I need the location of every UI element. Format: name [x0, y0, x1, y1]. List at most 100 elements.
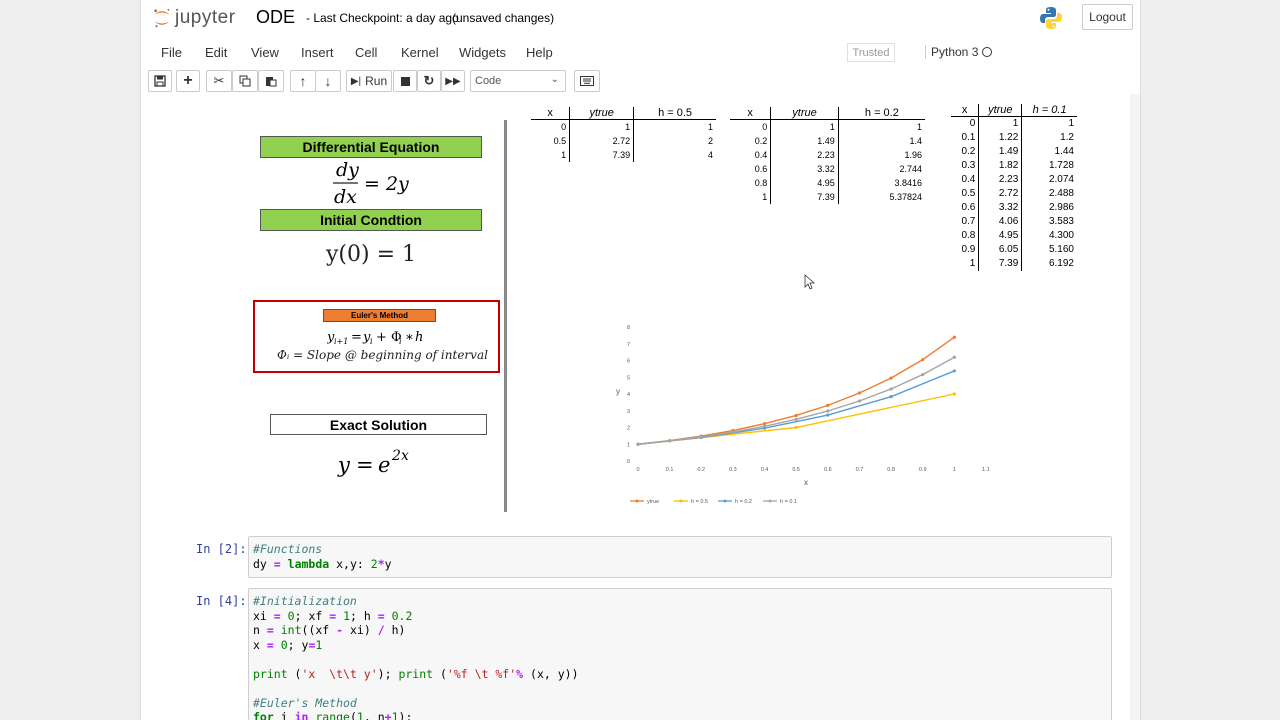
menu-insert[interactable]: Insert — [301, 45, 334, 60]
table-cell: 3.32 — [770, 161, 839, 176]
svg-text:= 2: = 2 — [364, 173, 398, 195]
table-cell: 0.9 — [951, 242, 980, 257]
table-row: 0.4 2.23 2.074 — [951, 172, 1077, 187]
move-up-button[interactable]: ↑ — [290, 70, 316, 92]
svg-text:y: y — [397, 173, 409, 195]
menu-kernel[interactable]: Kernel — [401, 45, 439, 60]
table-row: 0.8 4.95 4.300 — [951, 228, 1077, 243]
table-row: 011 — [531, 119, 716, 134]
table-row: 0.4 2.23 1.96 — [730, 147, 925, 162]
x-tick-label: 0.3 — [729, 467, 737, 473]
save-icon — [154, 75, 166, 87]
run-button[interactable]: ▶| Run — [346, 70, 392, 92]
table-header-cell: ytrue — [569, 107, 635, 120]
svg-text:x: x — [401, 448, 409, 464]
toolbar: + ✂ ↑ ↓ ▶| Run ↻ ▶▶ Code ⌄ — [140, 68, 1141, 94]
table-cell: 0 — [951, 116, 980, 131]
restart-button[interactable]: ↻ — [417, 70, 441, 92]
menu-widgets[interactable]: Widgets — [459, 45, 506, 60]
insert-cell-button[interactable]: + — [176, 70, 200, 92]
menu-edit[interactable]: Edit — [205, 45, 227, 60]
table-cell: 3.583 — [1048, 216, 1074, 227]
data-point — [889, 395, 893, 399]
table-header-cell: ytrue — [770, 107, 839, 120]
svg-text:i+1: i+1 — [334, 337, 348, 346]
y-tick-label: 6 — [627, 359, 630, 365]
python-logo-icon — [1040, 7, 1062, 29]
table-cell: 0.4 — [730, 147, 772, 162]
data-point — [826, 413, 830, 417]
table-cell: 1.49 — [770, 133, 839, 148]
table-cell: 0 — [531, 119, 571, 134]
notebook-name[interactable]: ODE — [256, 7, 295, 28]
table-cell: 2.074 — [1048, 174, 1074, 185]
save-button[interactable] — [148, 70, 172, 92]
command-palette-button[interactable] — [574, 70, 600, 92]
logout-button[interactable]: Logout — [1082, 4, 1133, 30]
table-cell: 2.72 — [978, 186, 1023, 201]
interrupt-button[interactable] — [393, 70, 417, 92]
exact-solution: y = e 2 x — [337, 448, 409, 477]
checkpoint-status: - Last Checkpoint: a day ago — [306, 11, 459, 25]
data-point — [636, 442, 640, 446]
jupyter-logo[interactable]: jupyter — [152, 6, 236, 30]
table-cell: 4 — [707, 149, 713, 160]
scrollbar[interactable] — [1130, 94, 1140, 720]
table-row: 1 7.39 4 — [531, 147, 716, 162]
move-down-button[interactable]: ↓ — [315, 70, 341, 92]
data-point — [762, 424, 767, 428]
table-cell: 4.95 — [978, 228, 1023, 243]
table-cell: 7.39 — [770, 189, 839, 204]
y-axis-label: y — [616, 387, 620, 396]
restart-run-all-button[interactable]: ▶▶ — [441, 70, 465, 92]
table-cell: 0.3 — [951, 158, 980, 173]
table-cell: 0.4 — [951, 172, 980, 187]
data-point — [921, 358, 925, 362]
table-row: 1 7.39 5.37824 — [730, 189, 925, 204]
code-cell-initialization[interactable]: #Initialization xi = 0; xf = 1; h = 0.2 … — [248, 588, 1112, 720]
y-tick-label: 2 — [627, 426, 630, 432]
svg-text:h: h — [415, 330, 423, 345]
paste-button[interactable] — [258, 70, 284, 92]
svg-text:=: = — [356, 453, 374, 477]
table-h01: x ytrue h = 0.1 0 1 1 0.1 1.22 1.2 0.2 1.49 1.44 0.3… — [951, 104, 1077, 271]
code-cell-functions[interactable]: #Functions dy = lambda x,y: 2*y — [248, 536, 1112, 578]
table-cell: 0.2 — [730, 133, 772, 148]
y-tick-label: 7 — [627, 342, 630, 348]
trusted-indicator[interactable]: Trusted — [847, 43, 895, 62]
menu-cell[interactable]: Cell — [355, 45, 377, 60]
table-cell: 2.23 — [770, 147, 839, 162]
y-tick-label: 3 — [627, 409, 630, 415]
data-point — [952, 369, 956, 373]
svg-text:i: i — [399, 337, 402, 346]
copy-button[interactable] — [232, 70, 258, 92]
table-cell: 2.986 — [1048, 202, 1074, 213]
y-tick-label: 5 — [627, 375, 630, 381]
scissors-icon: ✂ — [213, 73, 225, 88]
cut-button[interactable]: ✂ — [206, 70, 232, 92]
table-cell: 1 — [730, 189, 772, 204]
data-point — [952, 392, 956, 396]
data-point — [699, 435, 703, 439]
table-cell: 3.8416 — [894, 177, 922, 188]
de-header: Differential Equation — [260, 136, 482, 158]
table-cell: 0.8 — [951, 228, 980, 243]
table-cell: 3.32 — [978, 200, 1023, 215]
table-cell: 0.5 — [951, 186, 980, 201]
menu-view[interactable]: View — [251, 45, 279, 60]
data-point — [952, 355, 956, 359]
table-cell: 1 — [978, 116, 1023, 131]
x-tick-label: 0.6 — [824, 467, 832, 473]
table-cell: 1 — [1068, 118, 1074, 130]
paste-icon — [266, 77, 277, 87]
y-tick-label: 0 — [627, 459, 630, 465]
menu-help[interactable]: Help — [526, 45, 553, 60]
cell-type-select[interactable]: Code ⌄ — [470, 70, 566, 92]
kernel-name: Python 3 — [925, 45, 978, 59]
menu-file[interactable]: File — [161, 45, 182, 60]
table-cell: 0 — [730, 119, 772, 134]
legend-marker — [768, 499, 772, 503]
table-cell: 1.49 — [978, 144, 1023, 159]
y-tick-label: 8 — [627, 325, 630, 331]
mouse-cursor-icon — [804, 274, 816, 290]
